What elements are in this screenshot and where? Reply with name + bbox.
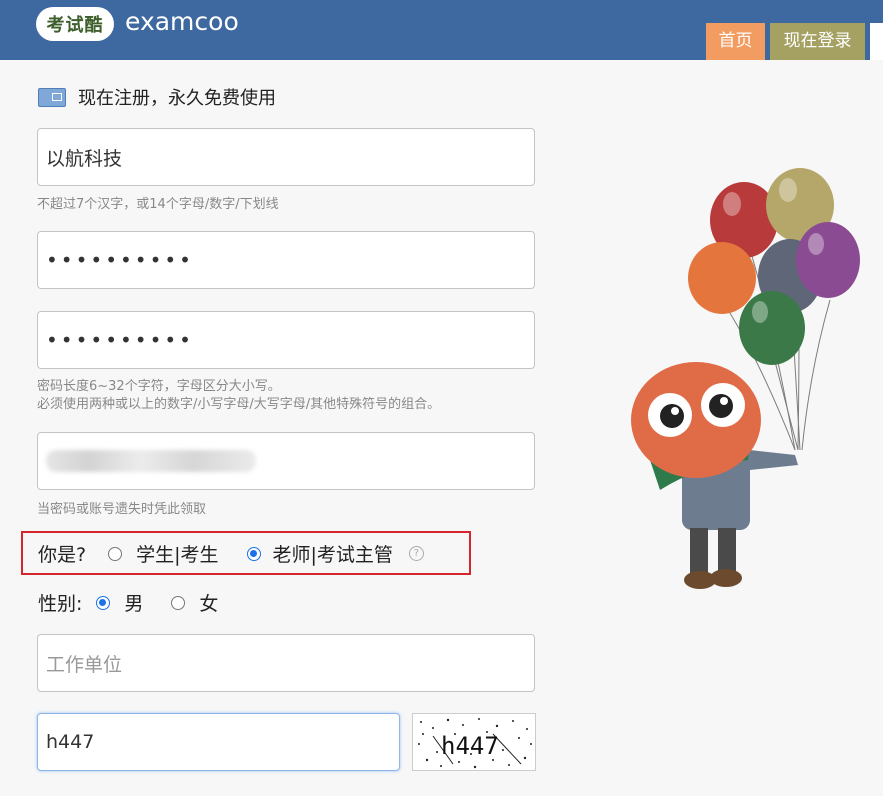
email-hint: 当密码或账号遗失时凭此领取: [37, 502, 207, 517]
password-hint-line1: 密码长度6~32个字符，字母区分大小写。: [37, 379, 281, 394]
role-teacher-label[interactable]: 老师|考试主管: [273, 540, 393, 567]
email-input[interactable]: [37, 432, 535, 490]
organization-placeholder: 工作单位: [46, 653, 123, 676]
role-row: 你是? 学生|考生 老师|考试主管 ?: [38, 540, 424, 567]
gender-male-label[interactable]: 男: [124, 589, 143, 616]
gender-label: 性别:: [38, 593, 83, 615]
captcha-input[interactable]: h447: [37, 713, 400, 771]
password-confirm-input[interactable]: ••••••••••: [37, 311, 535, 369]
nav-login-button[interactable]: 现在登录: [770, 23, 865, 60]
register-card-icon: [38, 87, 66, 107]
password-hint: 密码长度6~32个字符，字母区分大小写。 必须使用两种或以上的数字/小写字母/大…: [37, 378, 440, 414]
captcha-value: h447: [46, 731, 95, 753]
email-blurred-value: [46, 450, 256, 472]
header-bar: 考试酷 examcoo 首页 现在登录: [0, 0, 883, 60]
nav-overflow-tab[interactable]: [870, 23, 883, 60]
password-hint-line2: 必须使用两种或以上的数字/小写字母/大写字母/其他特殊符号的组合。: [37, 397, 441, 412]
role-label: 你是?: [38, 544, 87, 566]
role-student-label[interactable]: 学生|考生: [136, 540, 218, 567]
register-title-text: 现在注册，永久免费使用: [78, 88, 276, 109]
gender-female-radio[interactable]: [171, 595, 186, 610]
username-input[interactable]: 以航科技: [37, 128, 535, 186]
captcha-noise-icon: h447: [418, 718, 532, 769]
role-student-radio[interactable]: [108, 546, 123, 561]
username-value: 以航科技: [46, 147, 123, 170]
organization-input[interactable]: 工作单位: [37, 634, 535, 692]
nav-home-button[interactable]: 首页: [706, 23, 765, 60]
password-input[interactable]: ••••••••••: [37, 231, 535, 289]
role-teacher-radio[interactable]: [246, 546, 261, 561]
captcha-text: h447: [441, 732, 499, 760]
password-confirm-masked: ••••••••••: [46, 328, 194, 352]
logo-badge[interactable]: 考试酷: [36, 7, 114, 41]
gender-male-radio[interactable]: [96, 595, 111, 610]
gender-female-label[interactable]: 女: [199, 589, 218, 616]
logo-text[interactable]: examcoo: [125, 7, 239, 36]
help-icon[interactable]: ?: [408, 546, 424, 561]
captcha-image[interactable]: h447: [412, 713, 536, 771]
password-masked: ••••••••••: [46, 248, 194, 272]
register-title: 现在注册，永久免费使用: [38, 84, 276, 110]
gender-row: 性别: 男 女: [38, 589, 218, 616]
mascot-balloons-illustration: [631, 168, 860, 589]
username-hint: 不超过7个汉字，或14个字母/数字/下划线: [37, 197, 279, 212]
